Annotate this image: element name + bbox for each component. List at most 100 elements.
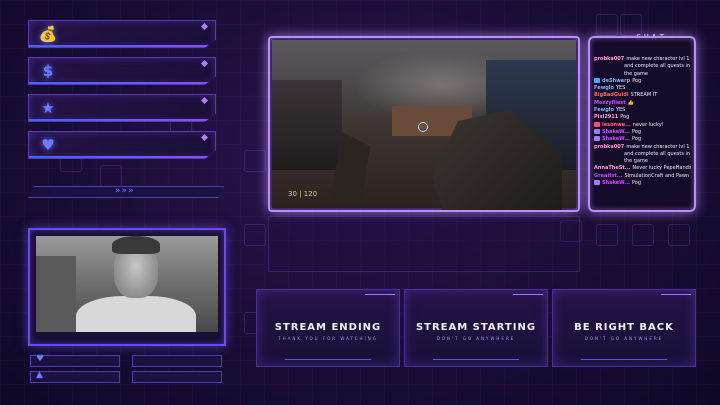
chat-text: never lucky! bbox=[632, 121, 664, 128]
chat-message: and complete all quests in bbox=[594, 151, 691, 158]
webcam-background bbox=[36, 256, 76, 332]
empty-overlay-slot bbox=[268, 216, 580, 272]
chat-text: make new character lvl 1 bbox=[626, 56, 690, 62]
chat-username[interactable]: ShakeW... bbox=[602, 180, 630, 186]
scene-underline bbox=[285, 359, 371, 360]
scene-underline bbox=[433, 359, 519, 360]
scene-title: BE RIGHT BACK bbox=[574, 322, 674, 333]
chat-text: STREAM IT bbox=[630, 92, 658, 99]
bottom-bar-right bbox=[132, 355, 222, 367]
chat-text: Pog bbox=[632, 77, 642, 84]
bottom-bar-left: ♥ bbox=[30, 354, 120, 367]
chat-message: and complete all quests in bbox=[594, 63, 691, 70]
corner-accent bbox=[661, 294, 691, 295]
dollar-icon: $ bbox=[42, 62, 54, 80]
heart-icon: ♥ bbox=[41, 136, 55, 154]
chat-username[interactable]: Mozzyfliest bbox=[594, 100, 626, 106]
chat-message: the game bbox=[594, 158, 691, 165]
chat-username[interactable]: lesonwe... bbox=[602, 122, 631, 128]
stat-panel-star: ★ bbox=[28, 94, 216, 122]
triangle-icon: ▲ bbox=[36, 370, 43, 380]
chat-username[interactable]: probka007 bbox=[594, 144, 624, 150]
chat-username[interactable]: Fewglo bbox=[594, 85, 614, 91]
panel-underline bbox=[29, 119, 215, 121]
chat-text: YES bbox=[615, 107, 626, 114]
chat-message: ShakeW... Pog bbox=[594, 136, 691, 143]
decor-square bbox=[596, 224, 618, 246]
webcam-feed bbox=[36, 236, 218, 332]
chat-username[interactable]: Pixl2911 bbox=[594, 114, 618, 120]
decor-square bbox=[668, 224, 690, 246]
chat-badge-icon bbox=[594, 128, 600, 134]
chat-message: the game bbox=[594, 71, 691, 78]
money-bag-icon: 💰 bbox=[38, 25, 58, 43]
scene-subtitle: DON'T GO ANYWHERE bbox=[436, 336, 516, 341]
chat-message: probka007 make new character lvl 1 bbox=[594, 56, 691, 63]
chat-text: Pog bbox=[620, 114, 630, 121]
chat-text: and complete all quests in bbox=[624, 63, 691, 70]
scene-title: STREAM STARTING bbox=[415, 322, 537, 333]
stat-panel-dollar: $ bbox=[28, 57, 216, 85]
chat-text: SimulationCraft and Pawn bbox=[624, 172, 690, 179]
chat-username[interactable]: BigBadGuidi bbox=[594, 92, 629, 98]
chat-message: Mozzyfliest 👍 bbox=[594, 100, 691, 107]
chat-text: Pog bbox=[631, 128, 642, 135]
chat-message: ShakeW... Pog bbox=[594, 180, 691, 187]
decor-square bbox=[244, 150, 266, 172]
chat-message: BigBadGuidi STREAM IT bbox=[594, 92, 691, 99]
decor-square bbox=[100, 165, 122, 187]
game-screen-frame: 30 | 120 bbox=[268, 36, 580, 212]
panel-underline bbox=[29, 45, 215, 47]
chat-text: 👍 bbox=[627, 99, 634, 106]
game-building bbox=[272, 80, 342, 170]
chat-messages: probka007 make new character lvl 1 and com… bbox=[594, 56, 691, 187]
hud-ammo: 30 | 120 bbox=[288, 190, 318, 198]
scene-card-stream-starting[interactable]: STREAM STARTING DON'T GO ANYWHERE bbox=[404, 289, 548, 367]
scene-subtitle: THANK YOU FOR WATCHING bbox=[278, 336, 378, 341]
arrows-icon: »»» bbox=[115, 186, 135, 196]
divider-bar: »»» bbox=[28, 186, 224, 198]
chat-message: Pixl2911 Pog bbox=[594, 114, 691, 121]
scene-subtitle: DON'T GO ANYWHERE bbox=[584, 336, 664, 341]
chat-username[interactable]: Greatist... bbox=[594, 173, 623, 179]
chat-text: YES bbox=[615, 85, 626, 92]
chat-message: ShakeW... Pog bbox=[594, 128, 691, 136]
crosshair-icon bbox=[418, 122, 428, 132]
decor-square bbox=[596, 14, 618, 36]
chat-text: the game bbox=[624, 158, 648, 165]
corner-accent bbox=[365, 294, 395, 295]
decor-square bbox=[244, 224, 266, 246]
scene-card-be-right-back[interactable]: BE RIGHT BACK DON'T GO ANYWHERE bbox=[552, 289, 696, 367]
chat-username[interactable]: deShwerp bbox=[602, 78, 630, 84]
scene-title: STREAM ENDING bbox=[274, 322, 382, 333]
webcam-person-hair bbox=[112, 236, 160, 254]
chat-message: deShwerp Pog bbox=[594, 77, 691, 85]
panel-underline bbox=[29, 156, 215, 158]
stat-panel-money: 💰 bbox=[28, 20, 216, 48]
chat-text: make new character lvl 1 bbox=[626, 143, 690, 150]
stat-panel-heart: ♥ bbox=[28, 131, 216, 159]
chat-username[interactable]: Fewglo bbox=[594, 107, 614, 113]
chat-text: Pog bbox=[631, 180, 642, 187]
chat-badge-icon bbox=[594, 121, 600, 127]
star-icon: ★ bbox=[41, 99, 55, 117]
chat-message: AnnaTheSt... Never lucky PepeHands bbox=[594, 165, 691, 172]
game-scene: 30 | 120 bbox=[272, 40, 576, 210]
chat-badge-icon bbox=[594, 77, 600, 83]
chat-username[interactable]: ShakeW... bbox=[602, 136, 630, 142]
bottom-bar-right-2 bbox=[132, 371, 222, 383]
chat-message: lesonwe... never lucky! bbox=[594, 121, 691, 129]
corner-accent bbox=[513, 294, 543, 295]
chat-text: the game bbox=[624, 70, 648, 77]
chat-message: Fewglo YES bbox=[594, 85, 691, 92]
scene-card-stream-ending[interactable]: STREAM ENDING THANK YOU FOR WATCHING bbox=[256, 289, 400, 367]
webcam-person-body bbox=[76, 296, 196, 332]
chat-username[interactable]: probka007 bbox=[594, 56, 624, 62]
chat-username[interactable]: AnnaTheSt... bbox=[594, 165, 630, 171]
chat-username[interactable]: ShakeW... bbox=[602, 129, 630, 135]
chat-text: and complete all quests in bbox=[624, 150, 691, 157]
chat-message: Fewglo YES bbox=[594, 107, 691, 114]
chat-text: Pog bbox=[631, 136, 642, 143]
decor-square bbox=[632, 224, 654, 246]
scene-underline bbox=[581, 359, 667, 360]
